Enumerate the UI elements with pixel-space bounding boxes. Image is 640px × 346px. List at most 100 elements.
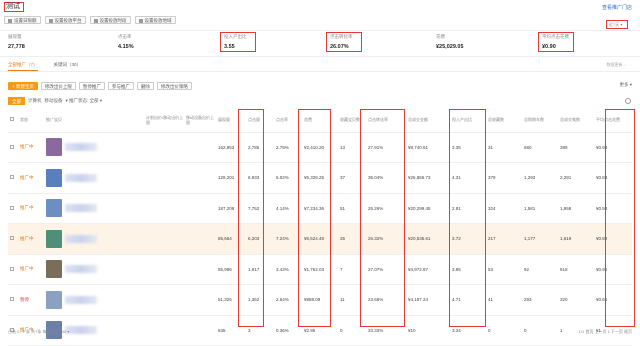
product-title-blurred [65, 173, 97, 182]
highlight-box [298, 109, 331, 327]
product-thumbnail[interactable] [46, 199, 62, 218]
set-platform-button[interactable]: 设置投放平台 [44, 16, 86, 24]
product-thumbnail[interactable] [46, 138, 62, 157]
tab-bar: 全部推广（7） 关键词（30） [8, 62, 81, 71]
button-label: 设置投放平台 [54, 18, 82, 23]
tab-keywords[interactable]: 关键词（30） [54, 62, 82, 71]
highlight-box [605, 109, 635, 327]
column-header: 推广宝贝 [44, 108, 144, 133]
product-thumbnail[interactable] [46, 260, 62, 279]
metric-spend: 花费 ¥25,029.05 [436, 34, 464, 50]
product-cell[interactable] [44, 223, 144, 255]
row-checkbox-cell [8, 254, 18, 285]
row-checkbox[interactable] [10, 236, 14, 241]
status-badge: 推广中 [18, 223, 44, 255]
product-cell[interactable] [44, 132, 144, 163]
bid-cell[interactable] [144, 223, 184, 255]
bid-cell[interactable] [184, 254, 216, 285]
row-checkbox-cell [8, 284, 18, 316]
row-checkbox[interactable] [10, 205, 14, 210]
highlight-box [220, 32, 256, 52]
metric-impressions: 展现量 27,778 [8, 34, 25, 50]
product-cell[interactable] [44, 193, 144, 224]
metric-cell: 1,177 [522, 223, 558, 255]
calendar-icon [8, 18, 12, 23]
settings-icon[interactable] [625, 98, 631, 104]
column-header: 移动设备出价上限 [184, 108, 216, 133]
tab-all[interactable]: 全部推广（7） [8, 62, 38, 71]
pager-info: 已选 0 / 7 条 共7条 每页显示 200 ▾ [8, 329, 70, 334]
bid-cell[interactable] [184, 223, 216, 255]
join-button[interactable]: 参与推广 [107, 82, 134, 90]
product-thumbnail[interactable] [46, 229, 62, 248]
column-header [8, 108, 18, 133]
select-all-checkbox[interactable] [10, 117, 14, 122]
product-title-blurred [65, 295, 97, 304]
metric-cell: ¥26,855.73 [406, 162, 450, 194]
column-header[interactable]: 总成交金额 [406, 108, 450, 133]
product-cell[interactable] [44, 162, 144, 194]
column-header[interactable]: 总收藏数 [486, 108, 522, 133]
bid-cell[interactable] [144, 162, 184, 194]
column-header[interactable]: 总购物车数 [522, 108, 558, 133]
page-title: 测试 [4, 2, 24, 12]
clock-icon [93, 18, 98, 23]
metric-value: ¥25,029.05 [436, 44, 464, 50]
column-header: 计划出价/移动出价上限 [144, 108, 184, 133]
metric-cell: ¥4,187.24 [406, 284, 450, 316]
metric-label: 花费 [436, 34, 445, 39]
column-header[interactable]: 总成交笔数 [558, 108, 594, 133]
product-title-blurred [65, 143, 97, 152]
filter-mobile[interactable]: 移动设备 [45, 98, 63, 104]
metric-cell: 53 [486, 254, 522, 285]
bid-cell[interactable] [144, 254, 184, 285]
new-item-button[interactable]: + 新建宝贝 [8, 82, 38, 90]
metric-cell: 324 [486, 193, 522, 224]
edit-bid-strategy-button[interactable]: 修改出价策略 [156, 82, 192, 90]
bid-cell[interactable] [184, 132, 216, 163]
metric-cell: ¥20,535.61 [406, 223, 450, 255]
product-cell[interactable] [44, 254, 144, 285]
metric-label: 点击率 [118, 34, 132, 39]
metric-cell: 1,293 [522, 162, 558, 194]
product-title-blurred [65, 326, 97, 335]
divider [0, 30, 640, 31]
row-checkbox[interactable] [10, 266, 14, 271]
bid-cell[interactable] [144, 193, 184, 224]
row-checkbox[interactable] [10, 297, 14, 302]
metric-cell: 41 [486, 284, 522, 316]
row-checkbox[interactable] [10, 175, 14, 180]
filter-pc[interactable]: 计算机 [28, 98, 42, 104]
set-region-button[interactable]: 设置投放地域 [134, 16, 176, 24]
button-label: 设置投放时段 [99, 18, 127, 23]
metric-cell: 1,581 [522, 193, 558, 224]
product-title-blurred [65, 204, 97, 213]
row-checkbox-cell [8, 223, 18, 255]
button-label: 设置投放地域 [144, 18, 172, 23]
set-daily-limit-button[interactable]: 设置日限额 [4, 16, 41, 24]
product-thumbnail[interactable] [46, 168, 62, 187]
bid-cell[interactable] [184, 162, 216, 194]
pagination[interactable]: 1/1 首页 上一页 1 下一页 尾页 [579, 329, 632, 335]
more-button[interactable]: 更多 ▾ [619, 82, 632, 88]
status-filter[interactable]: ▾ 推广状态: 全部 ▾ [66, 98, 103, 104]
pause-button[interactable]: 暂停推广 [78, 82, 105, 90]
set-time-button[interactable]: 设置投放时段 [89, 16, 131, 24]
highlight-box [326, 32, 362, 52]
bid-cell[interactable] [184, 193, 216, 224]
product-thumbnail[interactable] [46, 290, 62, 309]
bid-cell[interactable] [184, 315, 216, 346]
bid-cell[interactable] [144, 315, 184, 346]
row-checkbox[interactable] [10, 144, 14, 149]
product-cell[interactable] [44, 284, 144, 316]
view-shop-link[interactable]: 查看推广门店 [602, 4, 632, 11]
delete-button[interactable]: 删除 [136, 82, 154, 90]
action-bar: + 新建宝贝 修改出价上限 暂停推广 参与推广 删除 修改出价策略 [8, 82, 192, 90]
filter-all[interactable]: 全部 [8, 97, 25, 105]
bid-cell[interactable] [144, 132, 184, 163]
edit-bid-limit-button[interactable]: 修改出价上限 [40, 82, 76, 90]
bid-cell[interactable] [144, 284, 184, 316]
metric-ctr: 点击率 4.15% [118, 34, 134, 50]
date-range-select[interactable]: 近7天 ▾ [606, 20, 628, 29]
bid-cell[interactable] [184, 284, 216, 316]
